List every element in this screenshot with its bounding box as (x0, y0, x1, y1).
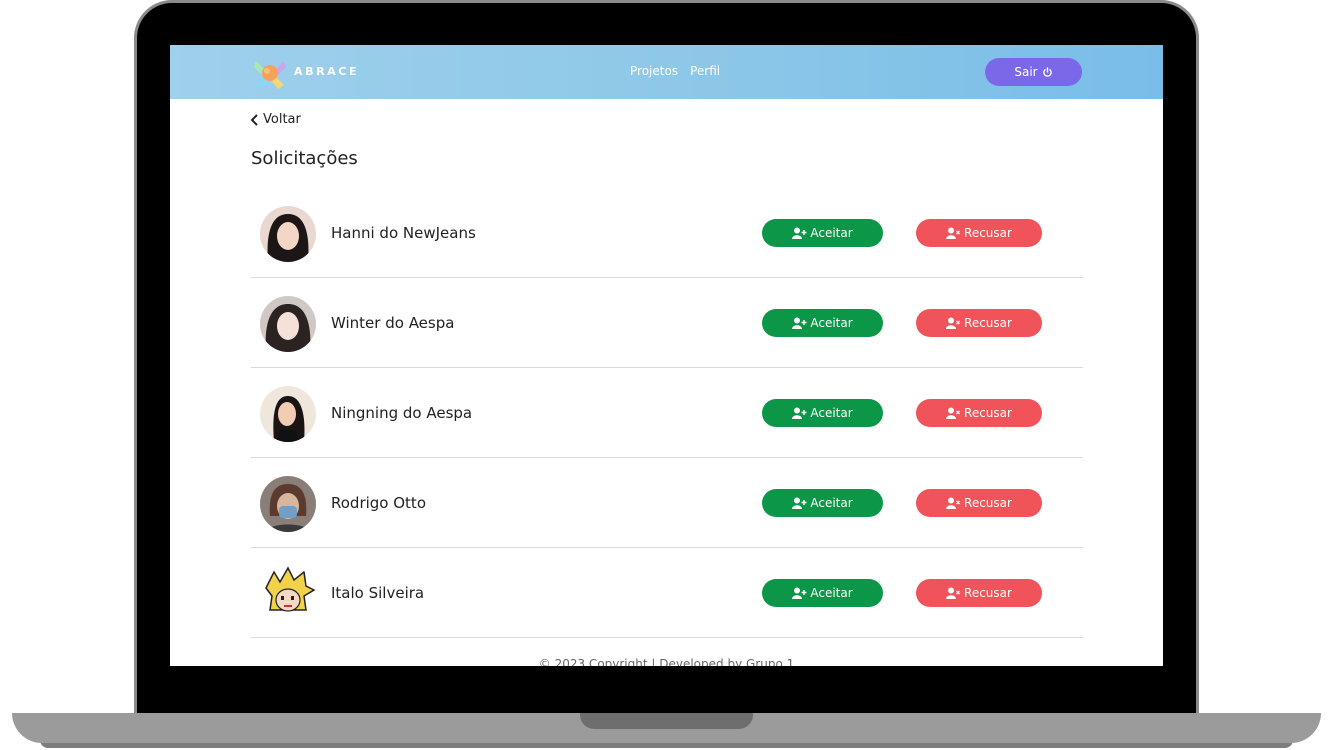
reject-label: Recusar (964, 226, 1012, 240)
reject-label: Recusar (964, 586, 1012, 600)
logout-button[interactable]: Sair (985, 58, 1082, 86)
avatar (260, 476, 316, 532)
laptop-notch (580, 713, 753, 729)
accept-label: Aceitar (810, 406, 853, 420)
user-plus-icon (792, 227, 807, 239)
avatar (260, 296, 316, 352)
chevron-left-icon (250, 113, 258, 126)
brand-logo-icon[interactable] (252, 55, 288, 91)
reject-label: Recusar (964, 316, 1012, 330)
user-plus-icon (792, 587, 807, 599)
screen: ABRACE Projetos Perfil Sair Voltar Solic… (170, 45, 1163, 666)
reject-button[interactable]: Recusar (916, 219, 1042, 247)
power-icon (1042, 66, 1052, 77)
nav-link-projetos[interactable]: Projetos (630, 64, 678, 78)
user-plus-icon (792, 407, 807, 419)
user-plus-icon (792, 317, 807, 329)
accept-label: Aceitar (810, 496, 853, 510)
navbar: ABRACE Projetos Perfil Sair (170, 45, 1163, 99)
logout-label: Sair (1014, 65, 1038, 79)
request-row: Hanni do NewJeans Aceitar Recusar (251, 188, 1083, 278)
reject-label: Recusar (964, 406, 1012, 420)
avatar (260, 386, 316, 442)
user-x-icon (946, 497, 960, 509)
laptop-frame: ABRACE Projetos Perfil Sair Voltar Solic… (0, 0, 1333, 750)
nav-link-perfil[interactable]: Perfil (690, 64, 720, 78)
user-x-icon (946, 317, 960, 329)
page-title: Solicitações (251, 148, 358, 169)
requester-name: Winter do Aespa (331, 314, 455, 332)
back-label: Voltar (263, 112, 301, 127)
avatar (260, 566, 316, 622)
user-x-icon (946, 227, 960, 239)
accept-button[interactable]: Aceitar (762, 399, 883, 427)
request-row: Italo Silveira Aceitar Recusar (251, 548, 1083, 638)
request-row: Ningning do Aespa Aceitar Recusar (251, 368, 1083, 458)
accept-button[interactable]: Aceitar (762, 219, 883, 247)
accept-label: Aceitar (810, 226, 853, 240)
requester-name: Hanni do NewJeans (331, 224, 476, 242)
back-link[interactable]: Voltar (250, 112, 301, 127)
request-row: Rodrigo Otto Aceitar Recusar (251, 458, 1083, 548)
accept-label: Aceitar (810, 586, 853, 600)
avatar (260, 206, 316, 262)
accept-button[interactable]: Aceitar (762, 489, 883, 517)
accept-button[interactable]: Aceitar (762, 579, 883, 607)
reject-button[interactable]: Recusar (916, 579, 1042, 607)
accept-label: Aceitar (810, 316, 853, 330)
requester-name: Ningning do Aespa (331, 404, 473, 422)
reject-button[interactable]: Recusar (916, 399, 1042, 427)
accept-button[interactable]: Aceitar (762, 309, 883, 337)
footer-copyright: © 2023 Copyright | Developed by Grupo 1 (538, 657, 795, 666)
nav-links: Projetos Perfil (630, 64, 720, 78)
reject-button[interactable]: Recusar (916, 489, 1042, 517)
reject-button[interactable]: Recusar (916, 309, 1042, 337)
request-row: Winter do Aespa Aceitar Recusar (251, 278, 1083, 368)
user-x-icon (946, 587, 960, 599)
brand-name[interactable]: ABRACE (294, 65, 359, 78)
requester-name: Rodrigo Otto (331, 494, 426, 512)
requester-name: Italo Silveira (331, 584, 425, 602)
user-plus-icon (792, 497, 807, 509)
reject-label: Recusar (964, 496, 1012, 510)
user-x-icon (946, 407, 960, 419)
request-list: Hanni do NewJeans Aceitar Recusar Winter… (251, 188, 1083, 638)
